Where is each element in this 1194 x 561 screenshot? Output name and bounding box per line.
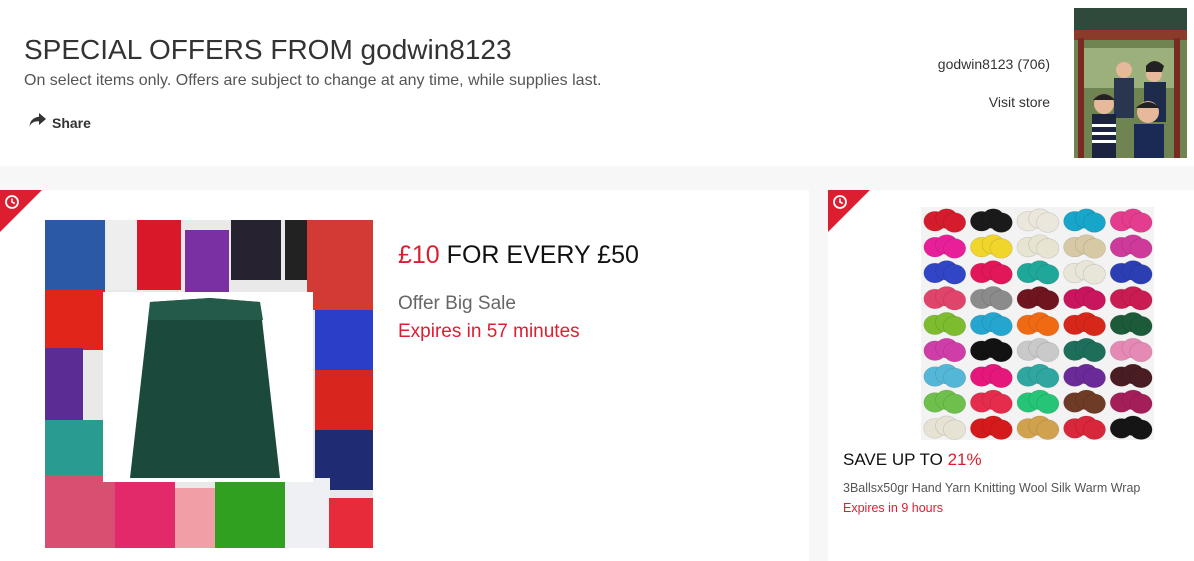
item-title[interactable]: 3Ballsx50gr Hand Yarn Knitting Wool Silk… [843,481,1140,495]
share-arrow-icon [29,113,46,132]
offer-ribbon [828,190,870,232]
item-expiry: Expires in 9 hours [843,501,944,515]
seller-feedback-count: (706) [1017,56,1050,72]
visit-store-link[interactable]: Visit store [989,94,1050,110]
store-header: SPECIAL OFFERS FROM godwin8123 On select… [0,0,1194,166]
offer-card-main[interactable]: £10 FOR EVERY £50 Offer Big Sale Expires… [0,190,809,561]
share-button[interactable]: Share [29,113,91,132]
save-prefix: SAVE UP TO [843,450,943,469]
seller-avatar[interactable] [1074,8,1187,158]
offer-headline: £10 FOR EVERY £50 [398,241,639,270]
item-savings: SAVE UP TO 21% [843,450,982,470]
item-product-image[interactable] [921,207,1154,440]
offer-expiry: Expires in 57 minutes [398,321,580,342]
page-title: SPECIAL OFFERS FROM godwin8123 [24,34,512,65]
seller-name[interactable]: godwin8123 [938,56,1014,72]
offer-card-item[interactable]: SAVE UP TO 21% 3Ballsx50gr Hand Yarn Kni… [828,190,1194,561]
offer-amount: £10 [398,241,440,269]
offer-ribbon [0,190,42,232]
share-label: Share [52,114,91,131]
save-percent: 21% [947,450,982,469]
offer-product-image[interactable] [45,220,373,548]
page-subtitle: On select items only. Offers are subject… [24,72,602,89]
seller-info: godwin8123 (706) [938,56,1050,72]
offer-threshold: FOR EVERY £50 [446,241,639,269]
offer-description: Offer Big Sale [398,293,516,314]
